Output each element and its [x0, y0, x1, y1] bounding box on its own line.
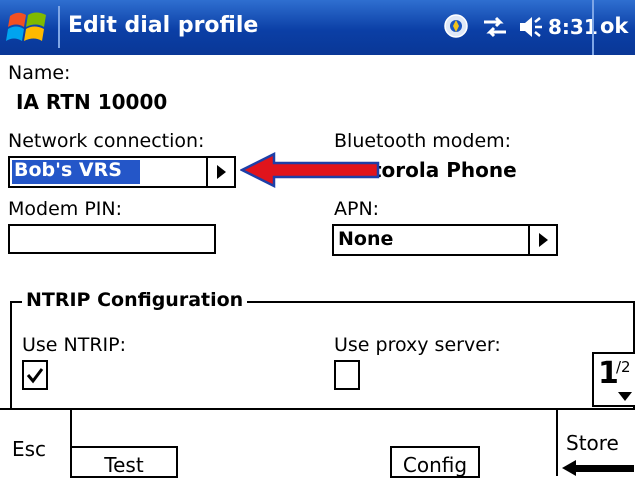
esc-button[interactable]: Esc — [12, 437, 46, 461]
config-button[interactable]: Config — [390, 446, 480, 478]
dropdown-arrow-icon[interactable] — [528, 226, 556, 254]
connectivity-icon[interactable] — [480, 14, 510, 40]
test-button-label[interactable]: Test — [104, 453, 143, 477]
title-separator — [58, 6, 60, 48]
ok-label[interactable]: ok — [600, 14, 628, 38]
page-down-arrow-icon[interactable] — [618, 392, 632, 402]
page-indicator[interactable]: 1 /2 — [592, 352, 635, 407]
use-ntrip-checkbox[interactable] — [22, 360, 48, 390]
volume-icon[interactable] — [518, 14, 544, 40]
name-label: Name: — [8, 62, 71, 84]
enter-arrow-icon[interactable] — [560, 456, 635, 476]
ntrip-group-title: NTRIP Configuration — [22, 289, 248, 311]
network-connection-label: Network connection: — [8, 130, 205, 152]
use-ntrip-label: Use NTRIP: — [22, 334, 127, 356]
modem-pin-label: Modem PIN: — [8, 198, 122, 220]
dropdown-arrow-icon[interactable] — [206, 158, 234, 186]
menu-separator — [556, 408, 558, 476]
apn-dropdown[interactable]: None — [332, 224, 558, 256]
bluetooth-modem-value: torola Phone — [372, 158, 517, 182]
name-value: IA RTN 10000 — [16, 90, 168, 114]
modem-pin-input[interactable] — [8, 224, 216, 254]
network-connection-value[interactable]: Bob's VRS — [14, 159, 122, 181]
use-proxy-label: Use proxy server: — [334, 334, 501, 356]
use-proxy-checkbox[interactable] — [334, 360, 360, 390]
windows-start-icon[interactable] — [6, 6, 50, 50]
network-connection-dropdown[interactable]: Bob's VRS — [8, 156, 236, 188]
clock[interactable]: 8:31 — [548, 15, 598, 39]
bluetooth-modem-label: Bluetooth modem: — [334, 130, 512, 152]
checkmark-icon — [26, 368, 44, 384]
annotation-arrow — [239, 150, 380, 190]
apn-value[interactable]: None — [338, 228, 393, 250]
test-button[interactable]: Test — [70, 446, 178, 478]
config-button-label[interactable]: Config — [403, 453, 467, 477]
store-button[interactable]: Store — [566, 431, 619, 455]
apn-label: APN: — [334, 198, 380, 220]
signal-icon[interactable] — [444, 14, 468, 38]
window-title: Edit dial profile — [68, 13, 259, 38]
page-total: /2 — [616, 358, 631, 376]
